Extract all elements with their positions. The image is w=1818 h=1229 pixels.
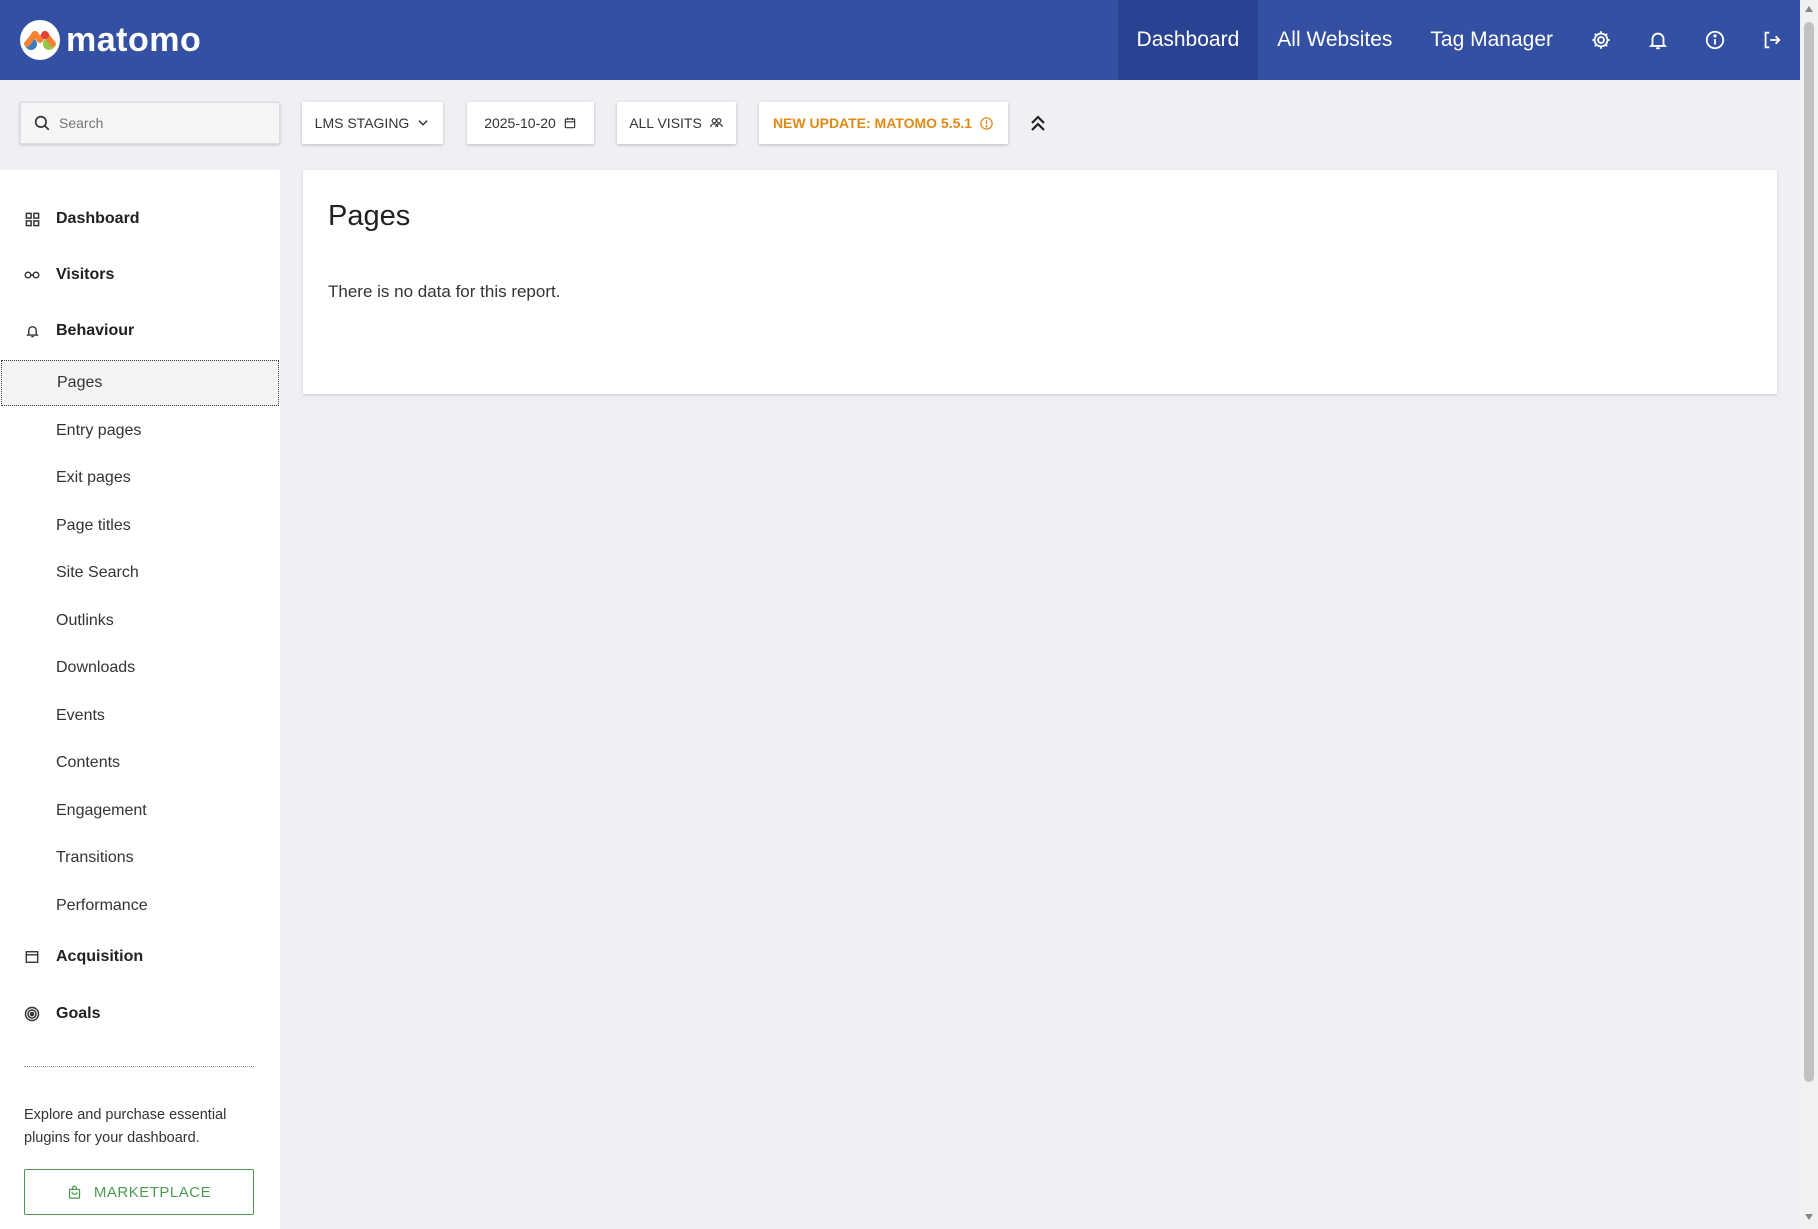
reporting-menu-sidebar: Dashboard Visitors Behaviour Pages Entry… xyxy=(0,170,280,1229)
menu-item-outlinks[interactable]: Outlinks xyxy=(0,598,280,644)
scroll-up-arrow-icon[interactable] xyxy=(1804,4,1814,14)
menu-category-label: Goals xyxy=(56,1005,101,1022)
menu-category-acquisition[interactable]: Acquisition xyxy=(0,933,280,981)
chevron-down-icon xyxy=(418,120,428,126)
matomo-logo[interactable]: matomo xyxy=(20,0,201,80)
menu-category-behaviour[interactable]: Behaviour xyxy=(0,307,280,355)
menu-category-label: Acquisition xyxy=(56,948,144,965)
top-navigation-bar: matomo Dashboard All Websites Tag Manage… xyxy=(0,0,1800,80)
alert-circle-icon xyxy=(980,116,993,130)
menu-category-label: Behaviour xyxy=(56,322,135,339)
gear-icon xyxy=(1591,31,1610,49)
top-controls-bar: LMS STAGING 2025-10-20 ALL VISITS NEW UP… xyxy=(0,80,1800,170)
menu-category-label: Dashboard xyxy=(56,210,140,227)
menu-category-goals[interactable]: Goals xyxy=(0,990,280,1038)
bell-icon xyxy=(1648,32,1667,50)
menu-item-pages[interactable]: Pages xyxy=(1,360,279,406)
help-button[interactable] xyxy=(1686,0,1743,80)
site-selector[interactable]: LMS STAGING xyxy=(302,102,443,144)
search-input[interactable] xyxy=(59,115,259,131)
menu-category-visitors[interactable]: Visitors xyxy=(0,251,280,299)
matomo-logo-icon xyxy=(20,20,60,60)
double-chevron-up-icon xyxy=(1031,115,1045,131)
grid-icon xyxy=(24,211,40,227)
menu-item-exit-pages[interactable]: Exit pages xyxy=(0,455,280,501)
sidebar-divider xyxy=(24,1066,254,1067)
marketplace-button[interactable]: MARKETPLACE xyxy=(24,1169,254,1215)
menu-item-entry-pages[interactable]: Entry pages xyxy=(0,408,280,454)
report-card: Pages There is no data for this report. xyxy=(303,170,1777,394)
menu-item-site-search[interactable]: Site Search xyxy=(0,550,280,596)
nav-dashboard[interactable]: Dashboard xyxy=(1117,0,1259,80)
menu-item-page-titles[interactable]: Page titles xyxy=(0,503,280,549)
report-title: Pages xyxy=(328,200,411,232)
scroll-down-arrow-icon[interactable] xyxy=(1804,1212,1814,1222)
search-icon xyxy=(34,115,50,131)
bell-icon xyxy=(24,323,40,339)
update-notice-label: NEW UPDATE: MATOMO 5.5.1 xyxy=(772,115,973,131)
menu-item-contents[interactable]: Contents xyxy=(0,740,280,786)
shopping-bag-icon xyxy=(68,1185,81,1199)
menu-category-dashboard[interactable]: Dashboard xyxy=(0,195,280,243)
segment-selector-label: ALL VISITS xyxy=(629,115,702,131)
no-data-message: There is no data for this report. xyxy=(328,282,561,301)
nav-all-websites[interactable]: All Websites xyxy=(1258,0,1411,80)
browser-window-icon xyxy=(24,949,40,965)
collapse-header-button[interactable] xyxy=(1026,109,1050,137)
logout-icon xyxy=(1764,31,1781,49)
menu-item-events[interactable]: Events xyxy=(0,693,280,739)
logout-button[interactable] xyxy=(1743,0,1800,80)
marketplace-promo-text: Explore and purchase essential plugins f… xyxy=(24,1107,227,1146)
target-icon xyxy=(24,1006,40,1022)
segment-selector[interactable]: ALL VISITS xyxy=(617,102,736,144)
notifications-button[interactable] xyxy=(1629,0,1686,80)
date-selector[interactable]: 2025-10-20 xyxy=(467,102,594,144)
info-icon xyxy=(1705,30,1724,50)
users-icon xyxy=(709,118,723,128)
menu-item-engagement[interactable]: Engagement xyxy=(0,788,280,834)
scrollbar-thumb[interactable] xyxy=(1804,22,1814,1082)
admin-settings-button[interactable] xyxy=(1572,0,1629,80)
glasses-icon xyxy=(24,267,40,283)
nav-tag-manager[interactable]: Tag Manager xyxy=(1411,0,1572,80)
page-scrollbar[interactable] xyxy=(1800,0,1818,1229)
menu-category-label: Visitors xyxy=(56,266,115,283)
site-selector-label: LMS STAGING xyxy=(314,115,410,131)
date-selector-label: 2025-10-20 xyxy=(484,115,556,131)
menu-item-downloads[interactable]: Downloads xyxy=(0,645,280,691)
logo-text: matomo xyxy=(66,20,202,59)
calendar-icon xyxy=(564,117,576,129)
search-box[interactable] xyxy=(20,102,280,144)
marketplace-button-label: MARKETPLACE xyxy=(93,1183,212,1201)
menu-item-performance[interactable]: Performance xyxy=(0,883,280,929)
update-notice-button[interactable]: NEW UPDATE: MATOMO 5.5.1 xyxy=(759,102,1008,144)
menu-item-transitions[interactable]: Transitions xyxy=(0,835,280,881)
